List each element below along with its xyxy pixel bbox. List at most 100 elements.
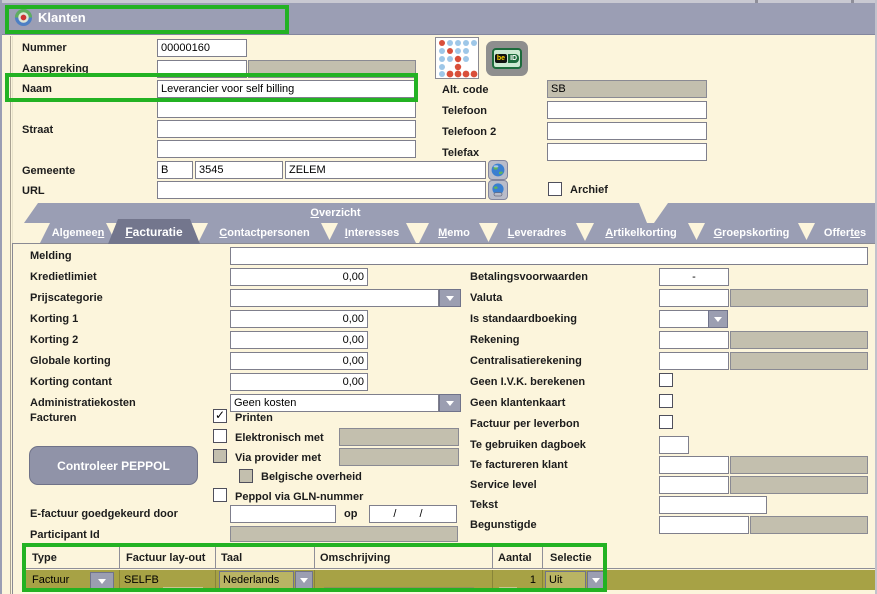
row-type-dropdown-button[interactable] bbox=[90, 572, 114, 589]
efactuur-date-input[interactable]: / / bbox=[369, 505, 457, 523]
window-title: Klanten bbox=[38, 10, 86, 25]
row-selectie-value[interactable]: Uit bbox=[545, 571, 586, 589]
service-level-input[interactable] bbox=[659, 476, 729, 494]
row-aantal-value[interactable]: 1 bbox=[496, 574, 536, 586]
tab-panel-border-left bbox=[12, 243, 13, 594]
korting2-input[interactable]: 0,00 bbox=[230, 331, 368, 349]
telefax-input[interactable] bbox=[547, 143, 707, 161]
globe-button[interactable] bbox=[488, 160, 508, 180]
prijscategorie-select[interactable] bbox=[230, 289, 439, 307]
tab-interesses[interactable]: Interesses bbox=[328, 223, 416, 243]
korting1-input[interactable]: 0,00 bbox=[230, 310, 368, 328]
centralisatierekening-label: Centralisatierekening bbox=[470, 355, 582, 367]
telefoon2-input[interactable] bbox=[547, 122, 707, 140]
globale-korting-input[interactable]: 0,00 bbox=[230, 352, 368, 370]
korting-contant-input[interactable]: 0,00 bbox=[230, 373, 368, 391]
beid-be-text: be bbox=[495, 54, 507, 63]
table-col-separator bbox=[492, 547, 493, 568]
valuta-input[interactable] bbox=[659, 289, 729, 307]
efactuur-label: E-factuur goedgekeurd door bbox=[30, 508, 178, 520]
tab-groepskorting[interactable]: Groepskorting bbox=[695, 223, 808, 243]
row-layout-value[interactable]: SELFB bbox=[124, 574, 159, 586]
row-cell-separator bbox=[215, 570, 216, 590]
nummer-input[interactable]: 00000160 bbox=[157, 39, 247, 57]
tab-facturatie[interactable]: Facturatie bbox=[108, 219, 200, 244]
is-standaardboeking-dropdown-button[interactable] bbox=[708, 310, 728, 328]
straat2-input[interactable] bbox=[157, 140, 416, 158]
printen-label: Printen bbox=[235, 412, 273, 424]
is-standaardboeking-select[interactable] bbox=[659, 310, 709, 328]
customer-stats-icon[interactable] bbox=[435, 37, 479, 79]
kredietlimiet-label: Kredietlimiet bbox=[30, 271, 97, 283]
naam2-input[interactable] bbox=[157, 100, 416, 118]
aanspreking-input[interactable] bbox=[157, 60, 247, 78]
administratiekosten-select[interactable]: Geen kosten bbox=[230, 394, 439, 412]
table-col-separator bbox=[314, 547, 315, 568]
beid-id-text: ID bbox=[508, 54, 519, 63]
efactuur-input[interactable] bbox=[230, 505, 336, 523]
aanspreking-desc bbox=[248, 60, 416, 78]
betalingsvoorwaarden-input[interactable]: - bbox=[659, 268, 729, 286]
archief-checkbox[interactable] bbox=[548, 182, 562, 196]
belgische-overheid-checkbox[interactable] bbox=[239, 469, 253, 483]
tab-algemeen[interactable]: Algemeen bbox=[40, 223, 116, 243]
col-layout-header: Factuur lay-out bbox=[126, 552, 205, 564]
row-cell-separator bbox=[492, 570, 493, 590]
row-omschrijving-entry-line bbox=[324, 587, 474, 588]
geen-klantenkaart-label: Geen klantenkaart bbox=[470, 397, 565, 409]
url-input[interactable] bbox=[157, 181, 486, 199]
begunstigde-input[interactable] bbox=[659, 516, 749, 534]
open-url-button[interactable] bbox=[488, 180, 508, 200]
geen-klantenkaart-checkbox[interactable] bbox=[659, 394, 673, 408]
tekst-input[interactable] bbox=[659, 496, 767, 514]
tab-overzicht[interactable]: Overzicht bbox=[24, 203, 647, 223]
rekening-input[interactable] bbox=[659, 331, 729, 349]
gemeente-land-input[interactable]: B bbox=[157, 161, 193, 179]
gemeente-postcode-input[interactable]: 3545 bbox=[195, 161, 283, 179]
row-taal-value[interactable]: Nederlands bbox=[219, 571, 294, 589]
tab-leveradres[interactable]: Leveradres bbox=[488, 223, 586, 243]
centralisatierekening-input[interactable] bbox=[659, 352, 729, 370]
participant-id-label: Participant Id bbox=[30, 529, 100, 541]
printen-checkbox[interactable]: ✓ bbox=[213, 409, 227, 423]
straat-input[interactable] bbox=[157, 120, 416, 138]
controleer-peppol-button[interactable]: Controleer PEPPOL bbox=[29, 446, 198, 485]
kredietlimiet-input[interactable]: 0,00 bbox=[230, 268, 368, 286]
url-label: URL bbox=[22, 185, 45, 197]
te-gebruiken-dagboek-input[interactable] bbox=[659, 436, 689, 454]
row-aantal-entry-line bbox=[499, 587, 517, 588]
gemeente-label: Gemeente bbox=[22, 165, 75, 177]
prijscategorie-dropdown-button[interactable] bbox=[439, 289, 461, 307]
tab-contactpersonen[interactable]: Contactpersonen bbox=[198, 223, 331, 243]
naam-input[interactable]: Leverancier voor self billing bbox=[157, 80, 416, 98]
row-type-value[interactable]: Factuur bbox=[32, 574, 69, 586]
te-factureren-klant-label: Te factureren klant bbox=[470, 459, 568, 471]
tab-offertes[interactable]: Offertes bbox=[805, 223, 877, 243]
row-selectie-dropdown-button[interactable] bbox=[587, 571, 605, 589]
administratiekosten-label: Administratiekosten bbox=[30, 397, 136, 409]
table-col-separator bbox=[215, 547, 216, 568]
tab-artikelkorting[interactable]: Artikelkorting bbox=[584, 223, 698, 243]
alt-code-field: SB bbox=[547, 80, 707, 98]
tab-blank-right[interactable] bbox=[654, 203, 877, 223]
row-taal-dropdown-button[interactable] bbox=[295, 571, 313, 589]
administratiekosten-dropdown-button[interactable] bbox=[439, 394, 461, 412]
rekening-desc bbox=[730, 331, 868, 349]
peppol-gln-checkbox[interactable] bbox=[213, 488, 227, 502]
beid-button[interactable]: be ID bbox=[486, 41, 528, 76]
col-omschrijving-header: Omschrijving bbox=[320, 552, 390, 564]
telefoon-input[interactable] bbox=[547, 101, 707, 119]
melding-input[interactable] bbox=[230, 247, 868, 265]
factuur-per-leverbon-label: Factuur per leverbon bbox=[470, 418, 579, 430]
via-provider-checkbox[interactable] bbox=[213, 449, 227, 463]
beid-icon: be ID bbox=[492, 48, 522, 69]
aanspreking-label: Aanspreking bbox=[22, 63, 89, 75]
via-provider-label: Via provider met bbox=[235, 452, 321, 464]
te-factureren-klant-input[interactable] bbox=[659, 456, 729, 474]
gemeente-plaats-input[interactable]: ZELEM bbox=[285, 161, 486, 179]
geen-ivk-checkbox[interactable] bbox=[659, 373, 673, 387]
factuur-per-leverbon-checkbox[interactable] bbox=[659, 415, 673, 429]
tab-memo[interactable]: Memo bbox=[419, 223, 489, 243]
elektronisch-met-field bbox=[339, 428, 459, 446]
elektronisch-met-checkbox[interactable] bbox=[213, 429, 227, 443]
